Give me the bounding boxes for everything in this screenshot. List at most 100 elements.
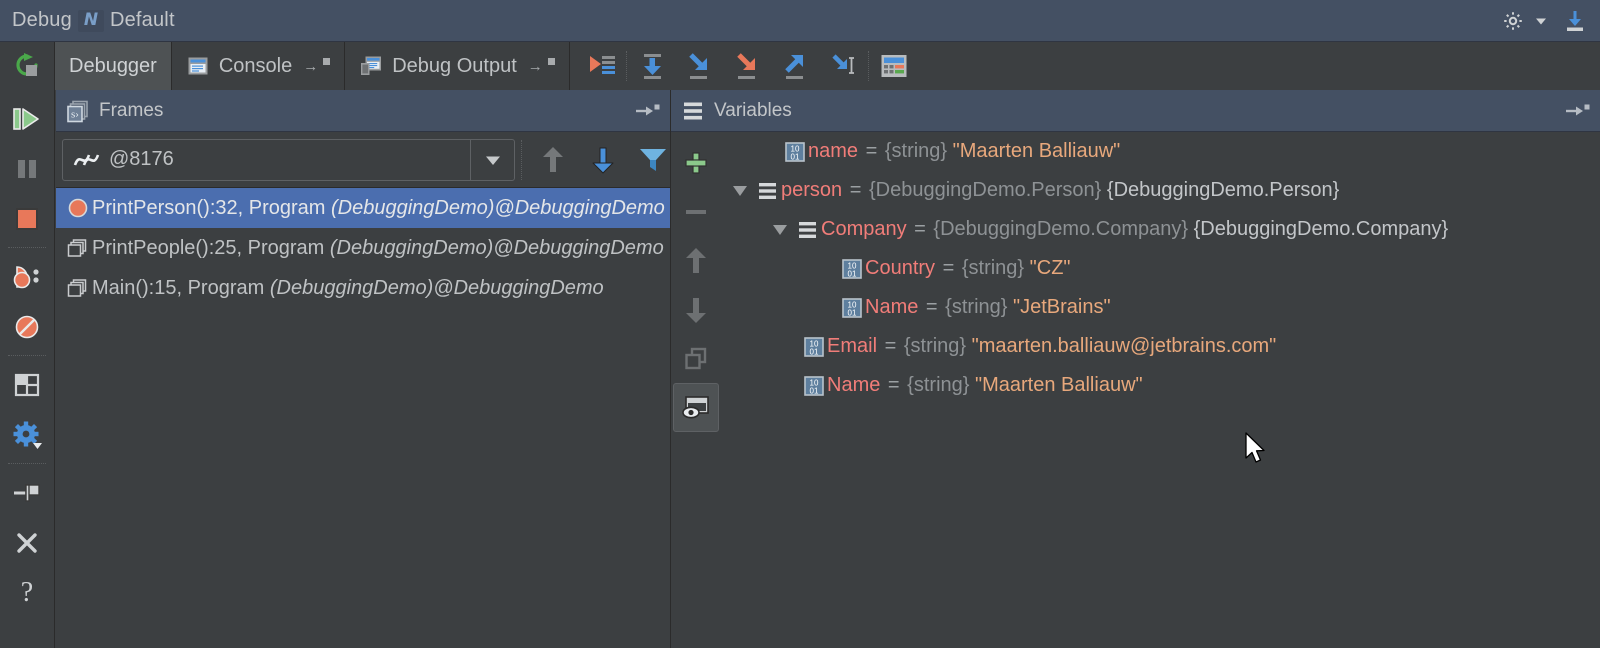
view-breakpoints-button[interactable] [0,252,54,302]
variables-panel-title: Variables [714,99,792,121]
gear-icon[interactable] [1502,10,1524,32]
variable-row[interactable]: 10 01 Email = {string} "maarten.balliauw… [721,327,1600,366]
step-over-button[interactable] [628,42,676,90]
frame-row[interactable]: Main():15, Program (DebuggingDemo)@Debug… [56,268,670,308]
add-watch-button[interactable] [673,138,719,187]
frame-row-label: PrintPerson():32, Program (DebuggingDemo… [92,196,665,219]
copy-value-button[interactable] [673,334,719,383]
frames-panel: s› Frames @8176 PrintPerson():32, Progra… [56,90,670,648]
svg-text:01: 01 [847,308,856,317]
frames-down-button[interactable] [578,137,628,183]
settings-button[interactable] [0,410,54,460]
variable-name: name [808,140,859,162]
pause-program-button[interactable] [0,144,54,194]
variable-value: "Maarten Balliauw" [952,140,1121,162]
variable-row[interactable]: 10 01 name = {string} "Maarten Balliauw" [721,132,1600,171]
variables-hide-button[interactable] [1564,103,1600,119]
tab-debug-output-pin-square [547,57,555,65]
tab-debugger[interactable]: Debugger [55,42,172,90]
frame-row[interactable]: PrintPeople():25, Program (DebuggingDemo… [56,228,670,268]
object-value-icon [794,220,821,240]
variable-type: {DebuggingDemo.Company} [933,218,1189,240]
tab-debug-output-pin-icon[interactable]: → [528,58,543,75]
run-to-cursor-button[interactable] [820,42,868,90]
variable-row-text: Country = {string} "CZ" [865,257,1071,280]
close-button[interactable] [0,518,54,568]
expand-toggle-icon[interactable] [726,182,754,200]
frame-row-label: Main():15, Program (DebuggingDemo)@Debug… [92,276,604,299]
variable-value: "maarten.balliauw@jetbrains.com" [971,335,1277,357]
console-tab-icon [186,54,210,78]
svg-text:s›: s› [71,108,79,120]
evaluate-expression-button[interactable] [870,42,918,90]
step-out-button[interactable] [772,42,820,90]
help-button[interactable]: ? [0,568,54,618]
variable-row[interactable]: 10 01 Country = {string} "CZ" [721,249,1600,288]
stack-frame-icon [64,277,92,299]
restore-layout-button[interactable] [0,360,54,410]
variables-icon [681,100,705,122]
arrow-up-icon [684,247,708,275]
tab-console-label: Console [218,54,293,77]
show-execution-point-button[interactable] [578,42,626,90]
frame-row[interactable]: PrintPerson():32, Program (DebuggingDemo… [56,188,670,228]
mute-breakpoints-button[interactable] [0,302,54,352]
variables-tree[interactable]: 10 01 name = {string} "Maarten Balliauw" [721,132,1600,648]
expand-toggle-icon[interactable] [766,221,794,239]
variable-row-text: Email = {string} "maarten.balliauw@jetbr… [827,335,1276,358]
thread-selector-dropdown[interactable] [470,139,514,180]
variable-row[interactable]: person = {DebuggingDemo.Person} {Debuggi… [721,171,1600,210]
string-value-icon: 10 01 [781,141,808,163]
variable-type: {string} [961,257,1025,279]
titlebar-actions [1502,8,1600,34]
svg-text:01: 01 [809,347,818,356]
resume-program-button[interactable] [0,94,54,144]
frames-list[interactable]: PrintPerson():32, Program (DebuggingDemo… [56,188,670,647]
thread-icon [63,149,109,171]
chevron-down-icon [484,153,502,167]
object-value-icon [754,181,781,201]
evaluate-expression-icon [879,53,909,79]
frames-panel-header: s› Frames [56,90,670,132]
stop-button[interactable] [0,194,54,244]
remove-watch-button[interactable] [673,187,719,236]
step-into-icon [685,52,715,80]
move-watch-down-button[interactable] [673,285,719,334]
execution-point-icon [587,52,617,80]
inspect-value-button[interactable] [673,383,719,432]
tab-console[interactable]: Console → [172,42,346,90]
debug-titlebar: Debug N Default [0,0,1600,42]
tab-debugger-label: Debugger [69,54,157,77]
variable-equals: = [849,179,862,201]
variable-value: {DebuggingDemo.Person} [1106,179,1340,201]
minus-icon [683,199,709,225]
hide-panel-icon [634,103,660,119]
tab-debug-output[interactable]: Debug Output → [345,42,570,90]
variable-row-text: Name = {string} "JetBrains" [865,296,1111,319]
string-value-icon: 10 01 [800,375,827,397]
variable-equals: = [865,140,878,162]
svg-text:01: 01 [809,386,818,395]
variables-panel-header: Variables [671,90,1600,132]
variable-type: {string} [907,374,970,396]
pause-icon [14,156,40,182]
frames-up-button[interactable] [528,137,578,183]
variable-equals: = [887,374,900,396]
string-value-icon: 10 01 [800,336,827,358]
frames-hide-button[interactable] [634,103,670,119]
variable-row[interactable]: 10 01 Name = {string} "JetBrains" [721,288,1600,327]
export-to-file-icon[interactable] [1562,8,1588,34]
hide-panel-icon [1564,103,1590,119]
chevron-down-icon[interactable] [1534,14,1548,28]
move-watch-up-button[interactable] [673,236,719,285]
thread-selector[interactable]: @8176 [62,138,515,181]
rerun-debugger-button[interactable] [0,42,55,90]
run-configuration-name: Default [109,9,175,31]
variable-row[interactable]: Company = {DebuggingDemo.Company} {Debug… [721,210,1600,249]
pin-tab-button[interactable] [0,468,54,518]
step-into-button[interactable] [676,42,724,90]
force-step-into-button[interactable] [724,42,772,90]
debug-output-tab-icon [359,54,383,78]
tab-console-pin-icon[interactable]: → [303,58,318,75]
variable-row[interactable]: 10 01 Name = {string} "Maarten Balliauw" [721,366,1600,405]
